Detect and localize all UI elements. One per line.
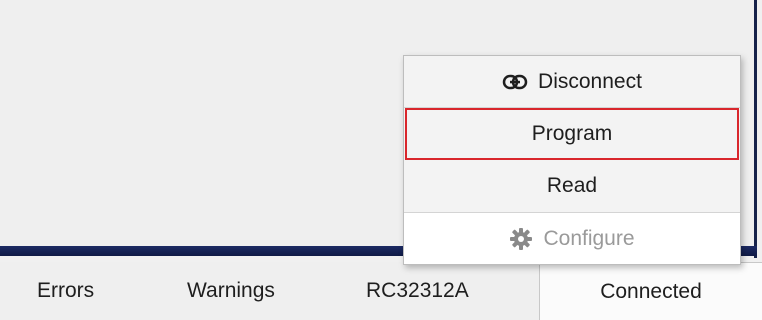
menu-item-configure[interactable]: Configure <box>404 212 740 264</box>
menu-item-label: Disconnect <box>538 69 642 93</box>
gear-icon <box>509 227 533 251</box>
menu-item-program[interactable]: Program <box>405 108 739 160</box>
menu-item-disconnect[interactable]: Disconnect <box>404 56 740 108</box>
errors-label[interactable]: Errors <box>37 262 94 320</box>
link-icon <box>502 74 528 90</box>
connection-status-button[interactable]: Connected <box>539 262 762 320</box>
warnings-label[interactable]: Warnings <box>187 262 275 320</box>
window: Errors Warnings RC32312A Connected Disco… <box>0 0 762 320</box>
menu-item-label: Configure <box>543 226 635 250</box>
device-label[interactable]: RC32312A <box>366 262 469 320</box>
menu-item-read[interactable]: Read <box>404 160 740 212</box>
menu-item-label: Read <box>546 174 598 197</box>
panel-border <box>754 0 757 258</box>
menu-item-label: Program <box>531 122 613 145</box>
connection-menu: Disconnect Program Read Configure <box>403 55 741 265</box>
